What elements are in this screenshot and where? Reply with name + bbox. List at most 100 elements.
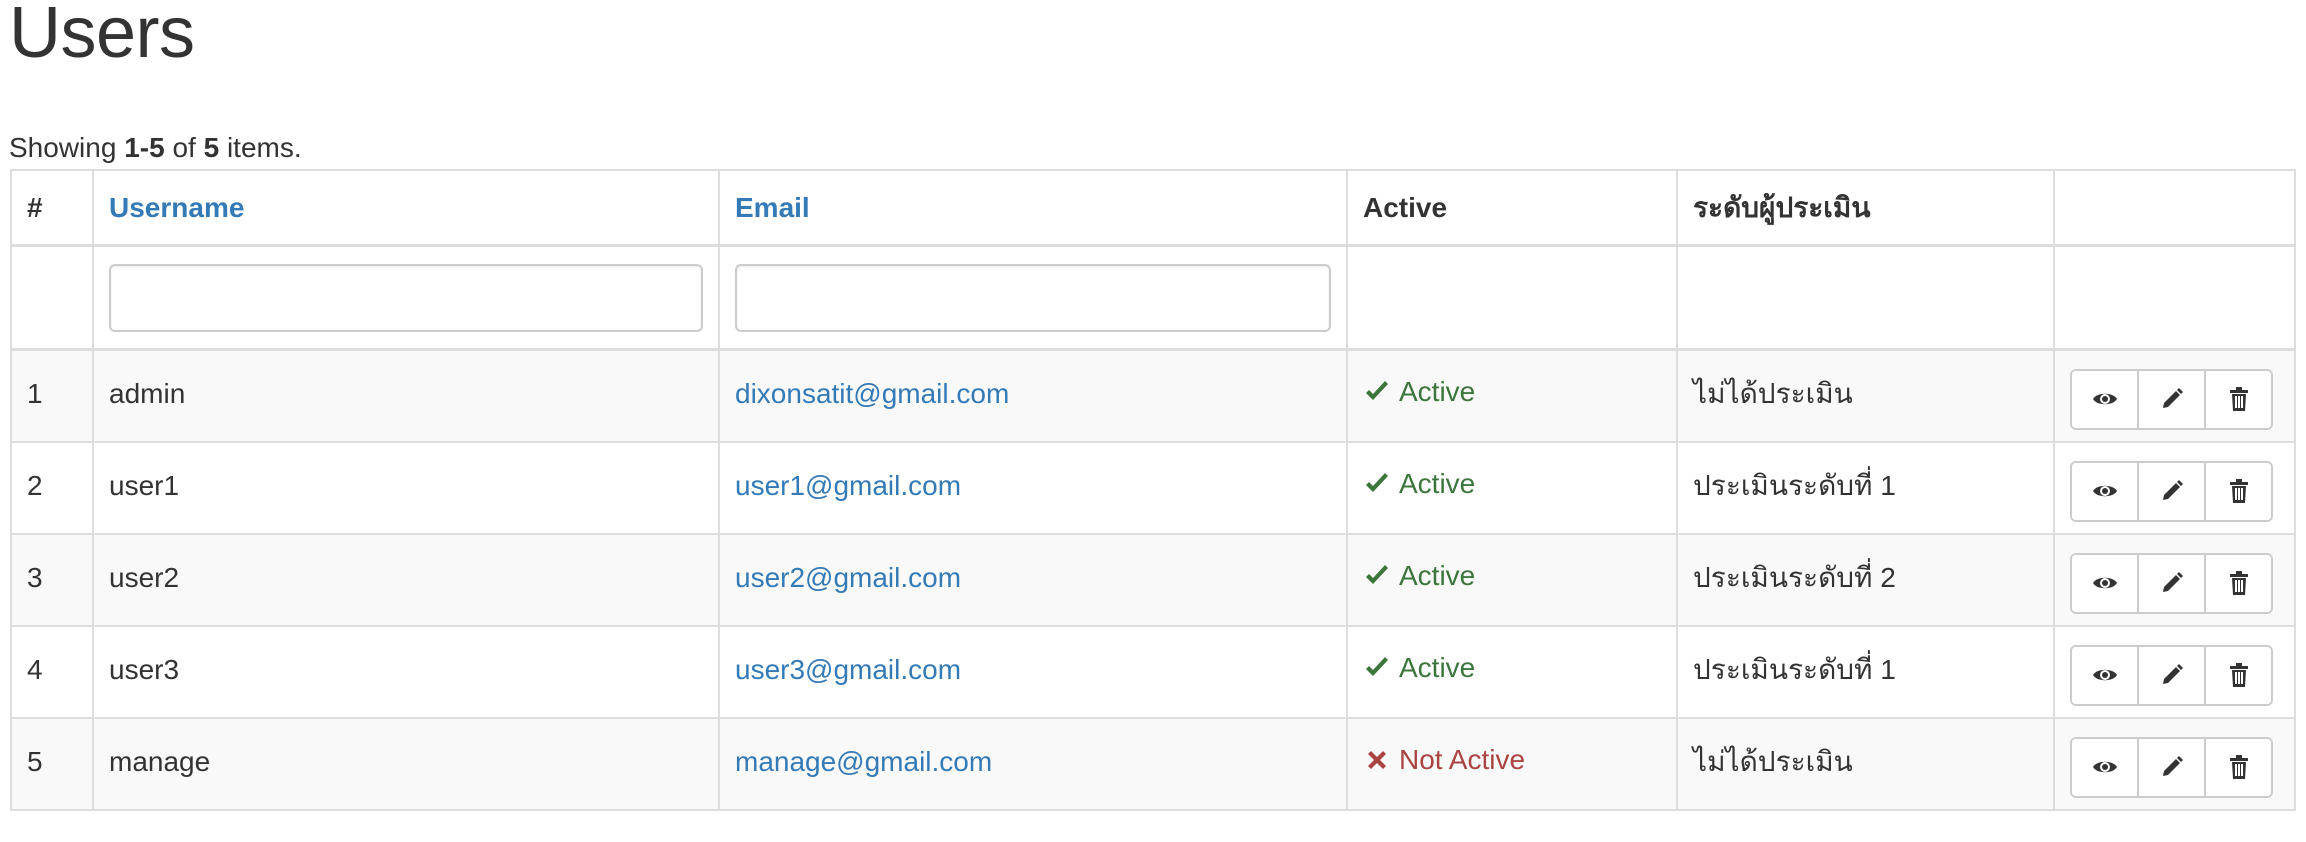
eye-icon bbox=[2092, 754, 2118, 780]
email-link[interactable]: user2@gmail.com bbox=[735, 562, 961, 594]
filter-cell-actions bbox=[2053, 244, 2296, 351]
level-cell: ประเมินระดับที่ 1 bbox=[1676, 625, 2055, 719]
level-cell: ไม่ได้ประเมิน bbox=[1676, 348, 2055, 443]
status-label: Active bbox=[1399, 559, 1476, 591]
row-number-cell: 4 bbox=[10, 625, 94, 719]
username: manage bbox=[109, 746, 211, 777]
status-cell: Not Active bbox=[1346, 717, 1678, 811]
status-indicator: Active bbox=[1363, 652, 1475, 684]
checkmark-icon bbox=[1363, 378, 1391, 406]
status-indicator: Active bbox=[1363, 376, 1475, 408]
page: Users Showing 1-5 of 5 items. # Username… bbox=[0, 0, 2306, 842]
username: user3 bbox=[109, 654, 180, 685]
trash-icon bbox=[2226, 386, 2252, 412]
column-header-number: # bbox=[10, 169, 94, 247]
email-cell: user3@gmail.com bbox=[718, 625, 1348, 719]
trash-icon bbox=[2226, 478, 2252, 504]
status-label: Active bbox=[1399, 467, 1476, 499]
status-indicator: Active bbox=[1363, 468, 1475, 500]
pencil-icon bbox=[2159, 662, 2185, 688]
column-header-active: Active bbox=[1346, 169, 1678, 247]
username: user2 bbox=[109, 562, 180, 593]
row-number: 3 bbox=[27, 562, 43, 593]
username-filter-input[interactable] bbox=[109, 263, 703, 332]
email-cell: user2@gmail.com bbox=[718, 533, 1348, 627]
table-row: 3 user2 user2@gmail.com Active ประเมินระดับท… bbox=[10, 533, 2296, 627]
actions-cell bbox=[2053, 441, 2296, 535]
table-row: 2 user1 user1@gmail.com Active ประเมินระดับท… bbox=[10, 441, 2296, 535]
view-button[interactable] bbox=[2072, 462, 2139, 520]
status-label: Active bbox=[1399, 651, 1476, 683]
edit-button[interactable] bbox=[2139, 462, 2206, 520]
status-cell: Active bbox=[1346, 441, 1678, 535]
status-cell: Active bbox=[1346, 533, 1678, 627]
eye-icon bbox=[2092, 478, 2118, 504]
row-actions bbox=[2070, 736, 2273, 798]
pencil-icon bbox=[2159, 478, 2185, 504]
evaluation-level: ประเมินระดับที่ 1 bbox=[1693, 470, 1896, 501]
filter-cell-level bbox=[1676, 244, 2055, 351]
email-link[interactable]: dixonsatit@gmail.com bbox=[735, 378, 1009, 410]
status-indicator: Active bbox=[1363, 560, 1475, 592]
edit-button[interactable] bbox=[2139, 554, 2206, 612]
delete-button[interactable] bbox=[2206, 738, 2271, 796]
column-header-actions bbox=[2053, 169, 2296, 247]
edit-button[interactable] bbox=[2139, 738, 2206, 796]
trash-icon bbox=[2226, 570, 2252, 596]
email-link[interactable]: user3@gmail.com bbox=[735, 654, 961, 686]
row-number: 4 bbox=[27, 654, 43, 685]
row-number-cell: 2 bbox=[10, 441, 94, 535]
email-link[interactable]: user1@gmail.com bbox=[735, 470, 961, 502]
table-row: 1 admin dixonsatit@gmail.com Active ไม่ได้ปร… bbox=[10, 348, 2296, 443]
row-actions bbox=[2070, 460, 2273, 522]
pencil-icon bbox=[2159, 570, 2185, 596]
row-number-cell: 1 bbox=[10, 348, 94, 443]
level-cell: ประเมินระดับที่ 1 bbox=[1676, 441, 2055, 535]
email-cell: manage@gmail.com bbox=[718, 717, 1348, 811]
filter-cell-username bbox=[92, 244, 720, 351]
view-button[interactable] bbox=[2072, 554, 2139, 612]
row-number-cell: 5 bbox=[10, 717, 94, 811]
sort-username-link[interactable]: Username bbox=[109, 192, 244, 223]
filter-cell-email bbox=[718, 244, 1348, 351]
checkmark-icon bbox=[1363, 562, 1391, 590]
username-cell: user3 bbox=[92, 625, 720, 719]
row-number: 2 bbox=[27, 470, 43, 501]
email-link[interactable]: manage@gmail.com bbox=[735, 746, 992, 778]
evaluation-level: ประเมินระดับที่ 2 bbox=[1693, 562, 1896, 593]
email-filter-input[interactable] bbox=[735, 263, 1331, 332]
checkmark-icon bbox=[1363, 654, 1391, 682]
edit-button[interactable] bbox=[2139, 646, 2206, 704]
delete-button[interactable] bbox=[2206, 370, 2271, 428]
edit-button[interactable] bbox=[2139, 370, 2206, 428]
column-header-username: Username bbox=[92, 169, 720, 247]
username-cell: user2 bbox=[92, 533, 720, 627]
username: user1 bbox=[109, 470, 180, 501]
eye-icon bbox=[2092, 570, 2118, 596]
row-actions bbox=[2070, 644, 2273, 706]
username-cell: user1 bbox=[92, 441, 720, 535]
sort-email-link[interactable]: Email bbox=[735, 192, 810, 223]
view-button[interactable] bbox=[2072, 646, 2139, 704]
filter-cell-active bbox=[1346, 244, 1678, 351]
table-body: 1 admin dixonsatit@gmail.com Active ไม่ได้ปร… bbox=[10, 348, 2296, 811]
view-button[interactable] bbox=[2072, 370, 2139, 428]
delete-button[interactable] bbox=[2206, 646, 2271, 704]
status-label: Active bbox=[1399, 375, 1476, 407]
evaluation-level: ไม่ได้ประเมิน bbox=[1693, 378, 1853, 409]
status-indicator: Not Active bbox=[1363, 744, 1525, 776]
view-button[interactable] bbox=[2072, 738, 2139, 796]
actions-cell bbox=[2053, 533, 2296, 627]
username: admin bbox=[109, 378, 186, 409]
delete-button[interactable] bbox=[2206, 554, 2271, 612]
table-row: 4 user3 user3@gmail.com Active ประเมินระดับท… bbox=[10, 625, 2296, 719]
pencil-icon bbox=[2159, 754, 2185, 780]
delete-button[interactable] bbox=[2206, 462, 2271, 520]
row-number: 1 bbox=[27, 378, 43, 409]
evaluation-level: ประเมินระดับที่ 1 bbox=[1693, 654, 1896, 685]
users-table: # Username Email Active ระดับผู้ประเมิน bbox=[10, 169, 2296, 811]
pencil-icon bbox=[2159, 386, 2185, 412]
row-actions bbox=[2070, 552, 2273, 614]
trash-icon bbox=[2226, 754, 2252, 780]
page-title: Users bbox=[9, 0, 195, 73]
